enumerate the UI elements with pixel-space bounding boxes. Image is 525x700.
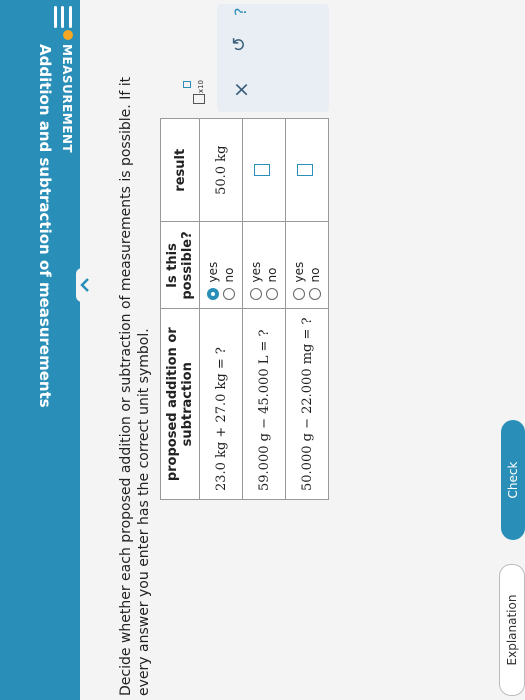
section-label: MEASUREMENT	[60, 44, 74, 154]
sci-x10-label: x10	[197, 80, 205, 94]
instructions-line-2: every answer you enter has the correct u…	[136, 328, 152, 696]
header-proposed: proposed addition or subtraction	[160, 309, 200, 500]
sci-base-box-icon	[193, 94, 205, 104]
table-row: 23.0 kg + 27.0 kg = ? yes no 50.0 kg	[199, 118, 243, 500]
table-row: 59.000 g − 45.000 L = ? yes no	[242, 118, 286, 500]
expression-cell: 23.0 kg + 27.0 kg = ?	[199, 309, 243, 500]
sci-exponent-box-icon	[183, 81, 191, 88]
possible-cell: yes no	[199, 222, 243, 309]
result-cell	[285, 118, 329, 222]
option-yes-label: yes	[292, 261, 306, 283]
radio-no[interactable]	[266, 288, 278, 301]
option-yes-label: yes	[249, 261, 263, 283]
possible-cell: yes no	[285, 222, 329, 309]
chevron-down-icon	[80, 278, 89, 292]
question-table: proposed addition or subtraction Is this…	[160, 118, 329, 500]
topic-title: Addition and subtraction of measurements	[36, 44, 54, 408]
option-yes[interactable]: yes	[206, 231, 220, 301]
option-yes-label: yes	[206, 261, 220, 283]
option-no-label: no	[308, 267, 322, 283]
section-dot-icon	[63, 30, 73, 40]
radio-no[interactable]	[223, 288, 235, 301]
help-button[interactable]: ?	[231, 8, 250, 17]
undo-button[interactable]: ↺	[229, 37, 250, 52]
answer-input-box[interactable]	[254, 164, 270, 177]
radio-yes[interactable]	[250, 288, 262, 301]
instructions-line-1: Decide whether each proposed addition or…	[118, 76, 134, 696]
option-no[interactable]: no	[265, 231, 279, 301]
option-no-label: no	[265, 267, 279, 283]
instructions: Decide whether each proposed addition or…	[117, 6, 153, 696]
collapse-button[interactable]	[76, 268, 94, 302]
table-row: 50.000 g − 22.000 mg = ? yes no	[285, 118, 329, 500]
result-cell	[242, 118, 286, 222]
scientific-notation-button[interactable]: x10	[183, 80, 205, 104]
expression-cell: 50.000 g − 22.000 mg = ?	[285, 309, 329, 500]
answer-input-box[interactable]	[297, 164, 313, 177]
header-possible: Is this possible?	[160, 222, 200, 309]
option-no[interactable]: no	[308, 231, 322, 301]
radio-no[interactable]	[309, 288, 321, 301]
option-yes[interactable]: yes	[292, 231, 306, 301]
tool-panel: x10 × ↺ ?	[173, 4, 333, 112]
page-stage: MEASUREMENT Addition and subtraction of …	[0, 0, 525, 700]
radio-yes-selected[interactable]	[207, 288, 219, 301]
radio-yes[interactable]	[293, 288, 305, 301]
option-no-label: no	[222, 267, 236, 283]
explanation-button[interactable]: Explanation	[499, 564, 525, 696]
clear-button[interactable]: ×	[229, 81, 253, 98]
header-result: result	[160, 118, 200, 222]
check-button[interactable]: Check	[501, 420, 525, 540]
result-cell[interactable]: 50.0 kg	[199, 118, 243, 222]
menu-icon[interactable]	[54, 6, 72, 28]
option-no[interactable]: no	[222, 231, 236, 301]
header-bar: MEASUREMENT Addition and subtraction of …	[0, 0, 94, 700]
option-yes[interactable]: yes	[249, 231, 263, 301]
expression-cell: 59.000 g − 45.000 L = ?	[242, 309, 286, 500]
possible-cell: yes no	[242, 222, 286, 309]
